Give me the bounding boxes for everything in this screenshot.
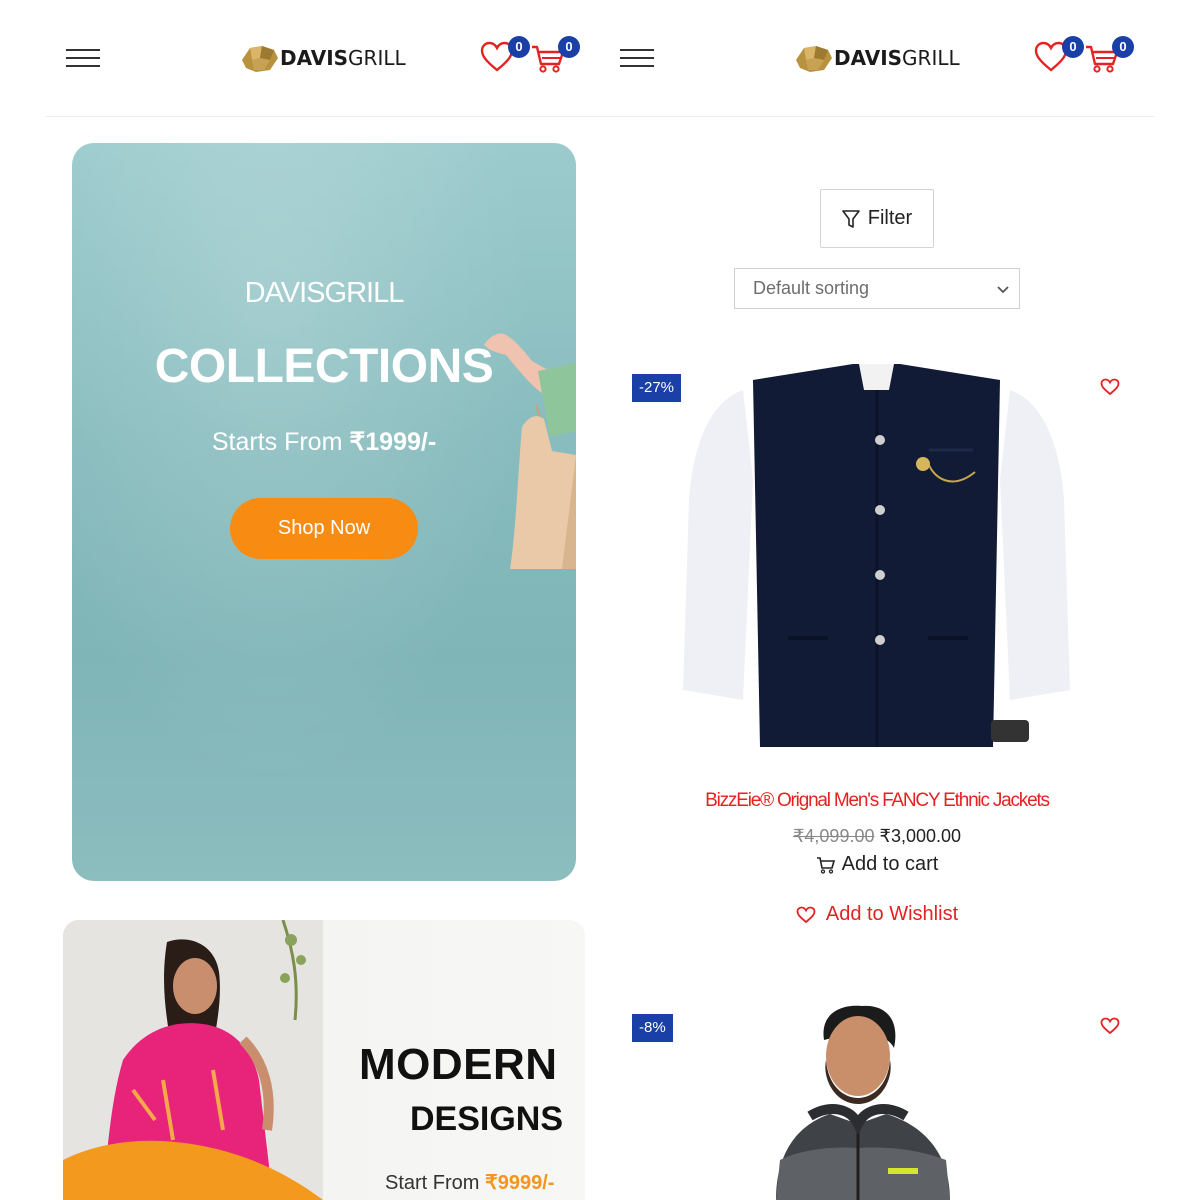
add-to-wishlist-button[interactable]: Add to Wishlist (640, 903, 1114, 926)
product-title[interactable]: BizzEie® Orignal Men's FANCY Ethnic Jack… (640, 790, 1114, 812)
wishlist-count-badge: 0 (508, 36, 530, 58)
sort-select[interactable]: Default sorting (734, 268, 1020, 309)
cart-count-badge: 0 (558, 36, 580, 58)
hero-subtitle-prefix: Starts From (211, 428, 350, 456)
discount-badge: -8% (632, 1014, 673, 1042)
heart-icon[interactable] (1100, 378, 1120, 396)
hero-title: COLLECTIONS (154, 340, 494, 393)
banner2-title-line2: DESIGNS (410, 1100, 564, 1138)
discount-badge: -27% (632, 374, 682, 402)
menu-icon[interactable] (66, 49, 100, 69)
logo-bold-text: DAVIS (280, 46, 349, 70)
wishlist-count-badge: 0 (1062, 36, 1084, 58)
filter-button[interactable]: Filter (820, 189, 934, 248)
banner2-subtitle-prefix: Start From (385, 1172, 486, 1194)
logo[interactable]: DAVISGRILL (794, 40, 960, 76)
product-old-price: ₹4,099.00 (792, 826, 875, 846)
cart-icon (816, 856, 835, 874)
sort-selected-value: Default sorting (753, 278, 870, 298)
modern-designs-banner[interactable]: MODERN DESIGNS Start From ₹9999/- (63, 920, 585, 1200)
hero-subtitle: Starts From ₹1999/- (72, 427, 576, 457)
woman-in-ethnic-wear-image (63, 920, 323, 1200)
banner2-subtitle-price: ₹9999/- (485, 1172, 555, 1194)
logo-light-text: GRILL (902, 46, 960, 70)
menu-icon[interactable] (620, 49, 654, 69)
grey-hooded-jacket-image[interactable] (740, 1000, 1040, 1200)
shop-now-button[interactable]: Shop Now (230, 498, 418, 559)
logo-mark-icon (796, 46, 832, 72)
header-right: DAVISGRILL 0 0 (600, 0, 1154, 116)
product-sale-price: ₹3,000.00 (879, 826, 962, 846)
filter-label: Filter (867, 207, 913, 229)
logo-light-text: GRILL (348, 46, 406, 70)
filter-icon (841, 209, 860, 228)
product-price: ₹4,099.00 ₹3,000.00 (640, 826, 1114, 847)
hero-brand: DAVISGRILL (244, 277, 405, 309)
hero-banner[interactable]: DAVISGRILL COLLECTIONS Starts From ₹1999… (72, 143, 576, 881)
heart-icon[interactable] (1100, 1017, 1120, 1035)
banner2-title-line1: MODERN (359, 1040, 558, 1089)
header-divider (46, 116, 1154, 117)
logo-mark-icon (242, 46, 278, 72)
chevron-down-icon (997, 286, 1009, 294)
logo[interactable]: DAVISGRILL (240, 40, 406, 76)
add-to-cart-label: Add to cart (841, 853, 939, 875)
cart-count-badge: 0 (1112, 36, 1134, 58)
header-left: DAVISGRILL 0 0 (46, 0, 600, 116)
banner2-subtitle: Start From ₹9999/- (385, 1170, 554, 1195)
heart-icon (796, 906, 816, 923)
add-to-cart-button[interactable]: Add to cart (640, 853, 1114, 876)
hero-subtitle-price: ₹1999/- (349, 428, 437, 456)
page: DAVISGRILL 0 0 DAVISGRILL 0 0 DAVISGRILL… (0, 0, 1200, 1200)
add-to-wishlist-label: Add to Wishlist (825, 903, 959, 925)
navy-ethnic-jacket-image[interactable] (683, 360, 1070, 747)
logo-bold-text: DAVIS (834, 46, 903, 70)
